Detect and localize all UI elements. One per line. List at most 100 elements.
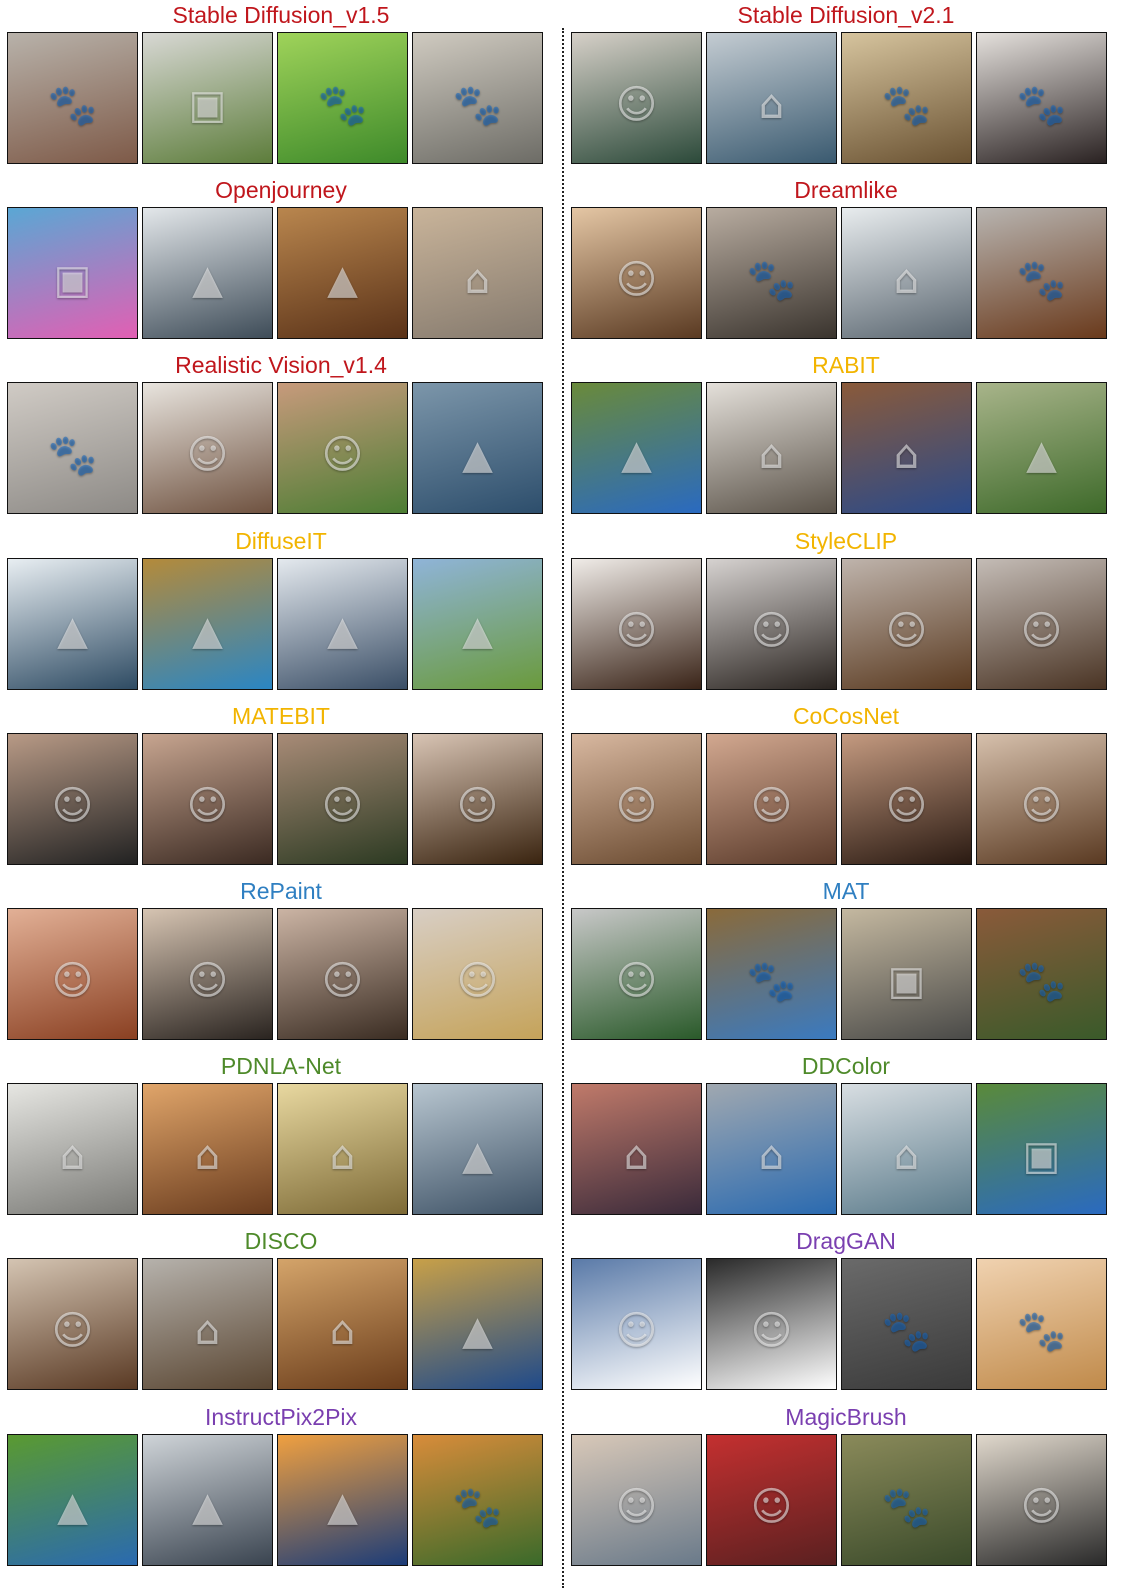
- red-hair-woman-icon: ☺: [51, 957, 94, 1004]
- winter-village-icon: ▲: [327, 607, 358, 654]
- image-row: ⌂ ⌂ ⌂ ▲: [7, 1083, 555, 1215]
- short-hair-face-icon: ☺: [750, 607, 793, 654]
- flooded-valley-image: ▲: [412, 1083, 543, 1215]
- wolf-face-image: 🐾: [706, 207, 837, 339]
- model-section: MAT ☺ 🐾 ▣ 🐾: [571, 876, 1121, 1053]
- model-title: DISCO: [244, 1228, 318, 1254]
- brunette-woman-face-image: ☺: [706, 733, 837, 865]
- sheep-wine-glass-icon: 🐾: [1016, 82, 1067, 128]
- woman-portrait-image: ☺: [142, 733, 273, 865]
- baseball-batter-image: ☺: [571, 32, 702, 164]
- dogs-on-street-icon: 🐾: [47, 432, 98, 478]
- model-section: Dreamlike ☺ 🐾 ⌂ 🐾: [571, 175, 1121, 352]
- child-eating-icon: ☺: [615, 1483, 658, 1530]
- model-title: MagicBrush: [785, 1404, 907, 1430]
- model-section: RePaint ☺ ☺ ☺ ☺: [7, 876, 555, 1053]
- car-steering-wheel-icon: ▣: [887, 957, 926, 1004]
- model-title: MATEBIT: [232, 703, 330, 729]
- classroom-icon: ⌂: [329, 1132, 356, 1179]
- coastal-town-image: ⌂: [841, 1083, 972, 1215]
- snowboarders-image: ▲: [142, 207, 273, 339]
- woman-in-room-image: ☺: [142, 382, 273, 514]
- forest-path-image: ▲: [976, 382, 1107, 514]
- double-decker-bus-icon: ▣: [53, 256, 92, 303]
- rowing-crew-icon: ▲: [462, 431, 493, 478]
- image-row: ☺ ☺ ☺ ☺: [571, 558, 1121, 690]
- dogs-by-building-icon: 🐾: [47, 82, 98, 128]
- living-room-icon: ⌂: [464, 256, 491, 303]
- model-section: DiffuseIT ▲ ▲ ▲ ▲: [7, 526, 555, 703]
- snowboarders-icon: ▲: [192, 256, 223, 303]
- image-row: ☺ ☺ 🐾 ☺: [571, 1434, 1121, 1566]
- image-row: ▲ ▲ ▲ ▲: [7, 558, 555, 690]
- image-row: 🐾 ▣ 🐾 🐾: [7, 32, 555, 164]
- fridge-room-image: ⌂: [142, 1258, 273, 1390]
- lighthouse-waves-icon: ⌂: [758, 81, 785, 128]
- image-row: ☺ ☺ 🐾 🐾: [571, 1258, 1121, 1390]
- snowy-coast-image: ▲: [7, 558, 138, 690]
- dark-hair-woman-face-image: ☺: [841, 733, 972, 865]
- column-divider: [562, 28, 564, 1588]
- baseball-team-icon: ☺: [51, 1307, 94, 1354]
- model-title: Openjourney: [215, 177, 347, 203]
- model-section: InstructPix2Pix ▲ ▲ ▲ 🐾: [7, 1402, 555, 1579]
- ginger-cat-image: 🐾: [976, 1258, 1107, 1390]
- water-tower-image: ⌂: [142, 1083, 273, 1215]
- brown-hair-face-image: ☺: [976, 733, 1107, 865]
- office-computers-image: ⌂: [841, 207, 972, 339]
- sunset-park-icon: ▲: [57, 1483, 88, 1530]
- model-title: RePaint: [240, 878, 322, 904]
- ginger-cat-icon: 🐾: [1016, 1308, 1067, 1354]
- blond-man-icon: ☺: [456, 957, 499, 1004]
- smiling-woman-face-icon: ☺: [615, 607, 658, 654]
- blond-man-image: ☺: [412, 908, 543, 1040]
- horse-on-hill-icon: 🐾: [746, 958, 797, 1004]
- river-landscape-icon: ▲: [621, 431, 652, 478]
- baseball-team-image: ☺: [7, 1258, 138, 1390]
- image-row: ☺ ⌂ 🐾 🐾: [571, 32, 1121, 164]
- young-man-portrait-icon: ☺: [51, 782, 94, 829]
- model-title: DDColor: [801, 1053, 891, 1079]
- fridge-room-icon: ⌂: [194, 1307, 221, 1354]
- bearded-man-icon: ☺: [321, 957, 364, 1004]
- image-row: ☺ 🐾 ▣ 🐾: [571, 908, 1121, 1040]
- beach-frisbee-icon: ▲: [462, 1307, 493, 1354]
- model-section: Realistic Vision_v1.4 🐾 ☺ ☺ ▲: [7, 350, 555, 527]
- dogs-by-building-image: 🐾: [7, 32, 138, 164]
- model-title: MAT: [822, 878, 870, 904]
- car-steering-wheel-image: ▣: [841, 908, 972, 1040]
- model-section: Openjourney ▣ ▲ ▲ ⌂: [7, 175, 555, 352]
- model-title: DragGAN: [796, 1228, 896, 1254]
- woman-black-top-image: ☺: [706, 1258, 837, 1390]
- snowy-field-image: ▲: [142, 1434, 273, 1566]
- image-row: ▣ ▲ ▲ ⌂: [7, 207, 555, 339]
- image-row: 🐾 ☺ ☺ ▲: [7, 382, 555, 514]
- women-at-table-icon: ☺: [750, 1483, 793, 1530]
- black-dog-frisbee-icon: 🐾: [881, 1484, 932, 1530]
- snowy-field-icon: ▲: [192, 1483, 223, 1530]
- snowy-coast-icon: ▲: [57, 607, 88, 654]
- road-sunset-icon: ▲: [327, 1483, 358, 1530]
- river-landscape-image: ▲: [571, 382, 702, 514]
- airfield-planes-icon: ▣: [1022, 1132, 1061, 1179]
- dogs-on-street-image: 🐾: [7, 382, 138, 514]
- horse-carriage-icon: 🐾: [881, 82, 932, 128]
- forest-path-icon: ▲: [1026, 431, 1057, 478]
- image-row: ▲ ▲ ▲ 🐾: [7, 1434, 555, 1566]
- football-players-image: ☺: [571, 908, 702, 1040]
- black-dog-frisbee-image: 🐾: [841, 1434, 972, 1566]
- image-row: ⌂ ⌂ ⌂ ▣: [571, 1083, 1121, 1215]
- red-hair-woman-image: ☺: [7, 908, 138, 1040]
- model-section: DDColor ⌂ ⌂ ⌂ ▣: [571, 1051, 1121, 1228]
- road-sunset-image: ▲: [277, 1434, 408, 1566]
- office-computers-icon: ⌂: [893, 256, 920, 303]
- smiling-woman-portrait-image: ☺: [277, 733, 408, 865]
- sunset-park-image: ▲: [7, 1434, 138, 1566]
- smiling-woman-portrait-icon: ☺: [321, 782, 364, 829]
- beach-frisbee-image: ▲: [412, 1258, 543, 1390]
- tiger-icon: 🐾: [452, 1484, 503, 1530]
- women-at-table-image: ☺: [706, 1434, 837, 1566]
- library-image: ⌂: [277, 1258, 408, 1390]
- girl-with-teddy-bear-icon: ☺: [615, 256, 658, 303]
- image-row: ☺ ☺ ☺ ☺: [571, 733, 1121, 865]
